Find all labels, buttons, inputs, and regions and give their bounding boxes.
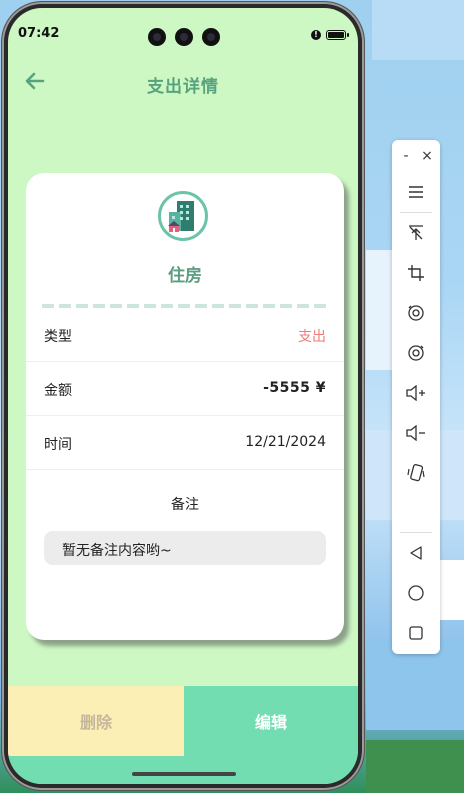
amount-value: -5555 ¥ xyxy=(263,380,326,396)
shake-button[interactable] xyxy=(392,457,440,489)
page-title: 支出详情 xyxy=(147,77,219,97)
expense-detail-card: 住房 类型 支出 金额 -5555 ¥ 时间 12/21/2024 备注 暂无备… xyxy=(26,173,344,640)
menu-icon xyxy=(409,186,423,198)
delete-button[interactable]: 删除 xyxy=(8,686,184,756)
category-name: 住房 xyxy=(168,266,202,286)
close-button[interactable]: × xyxy=(417,146,437,166)
rotate-left-button[interactable] xyxy=(392,297,440,329)
page-header: 支出详情 xyxy=(8,60,358,104)
nav-overview-button[interactable] xyxy=(392,617,440,649)
type-value: 支出 xyxy=(298,329,326,345)
rotate-left-icon xyxy=(408,305,424,321)
remark-box: 暂无备注内容哟~ xyxy=(44,531,326,565)
shake-icon xyxy=(407,464,425,482)
edit-button[interactable]: 编辑 xyxy=(184,686,358,756)
pin-icon xyxy=(409,225,423,240)
menu-button[interactable] xyxy=(392,176,440,208)
detail-row-time: 时间 12/21/2024 xyxy=(26,416,344,470)
phone-frame: 07:42 ! 支出详情 住房 类型 支出 金额 -5555 ¥ 时间 12/2… xyxy=(2,2,364,790)
toolbar-divider xyxy=(400,532,432,533)
crop-button[interactable] xyxy=(392,257,440,289)
building-icon xyxy=(158,191,208,241)
notification-alert-icon: ! xyxy=(311,30,321,40)
nav-home-button[interactable] xyxy=(392,577,440,609)
nav-back-button[interactable] xyxy=(392,537,440,569)
status-time: 07:42 xyxy=(18,26,60,41)
volume-up-icon xyxy=(406,385,425,401)
pin-button[interactable] xyxy=(392,217,440,249)
battery-icon xyxy=(326,30,349,40)
detail-row-type: 类型 支出 xyxy=(26,308,344,362)
rotate-right-button[interactable] xyxy=(392,337,440,369)
app-screen: 07:42 ! 支出详情 住房 类型 支出 金额 -5555 ¥ 时间 12/2… xyxy=(8,8,358,784)
back-icon xyxy=(410,546,422,560)
rotate-right-icon xyxy=(408,345,424,361)
volume-down-button[interactable] xyxy=(392,417,440,449)
home-icon xyxy=(408,585,424,601)
minimize-button[interactable]: - xyxy=(396,146,416,166)
volume-down-icon xyxy=(406,425,425,441)
remark-title: 备注 xyxy=(171,497,199,513)
toolbar-divider xyxy=(400,212,432,213)
volume-up-button[interactable] xyxy=(392,377,440,409)
crop-icon xyxy=(408,265,424,281)
overview-icon xyxy=(409,626,423,640)
emulator-toolbar: - × xyxy=(392,140,440,654)
time-label: 时间 xyxy=(44,437,72,453)
type-label: 类型 xyxy=(44,329,72,345)
home-indicator[interactable] xyxy=(132,772,236,776)
time-value: 12/21/2024 xyxy=(245,434,326,450)
gesture-bar-area xyxy=(8,756,358,784)
front-cameras xyxy=(148,28,220,46)
detail-row-amount: 金额 -5555 ¥ xyxy=(26,362,344,416)
amount-label: 金额 xyxy=(44,383,72,399)
remark-text: 暂无备注内容哟~ xyxy=(62,543,172,559)
status-bar: 07:42 ! xyxy=(8,8,358,54)
